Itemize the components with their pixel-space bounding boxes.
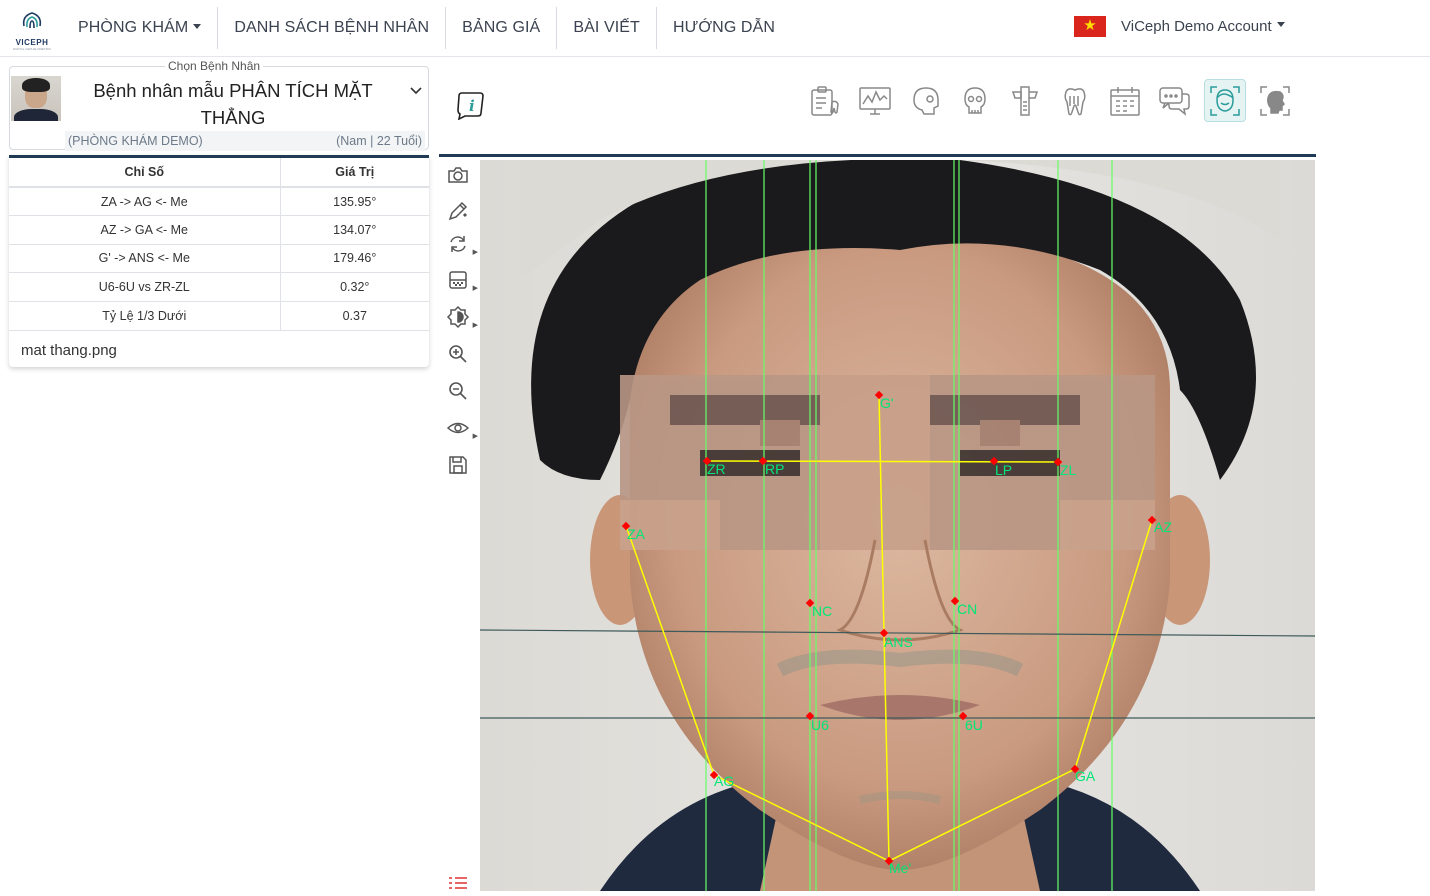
face-profile-icon[interactable]: [1254, 79, 1296, 122]
landmark-labels: G' ZR RP LP ZL ZA AZ NC CN ANS U6 6U AG …: [627, 395, 1172, 876]
skull-front-icon[interactable]: [954, 79, 996, 122]
index-value: 135.95°: [280, 186, 429, 216]
chat-icon[interactable]: [1154, 79, 1196, 122]
landmark-label-cn: CN: [957, 601, 977, 617]
logo-text: VICEPH: [15, 38, 49, 47]
landmark-label-ag: AG: [714, 773, 734, 789]
nav-clinic-label: PHÒNG KHÁM: [78, 19, 189, 36]
landmark-label-zl: ZL: [1060, 462, 1077, 478]
main-menu: PHÒNG KHÁM DANH SÁCH BỆNH NHÂN BẢNG GIÁ …: [62, 7, 791, 49]
landmark-label-u6: U6: [811, 717, 829, 733]
nav-clinic-dropdown[interactable]: PHÒNG KHÁM: [62, 7, 219, 49]
landmark-label-g: G': [880, 395, 894, 411]
account-dropdown[interactable]: ★ ViCeph Demo Account: [1074, 16, 1285, 37]
monitor-chart-icon[interactable]: [854, 79, 896, 122]
index-value: 0.37: [280, 300, 429, 330]
table-row: AZ -> GA <- Me 134.07°: [9, 215, 429, 244]
landmark-label-me: Me': [889, 860, 911, 876]
landmark-label-nc: NC: [812, 603, 832, 619]
skull-profile-icon[interactable]: [904, 79, 946, 122]
patient-name: Bệnh nhân mẫu PHÂN TÍCH MẶT THẲNG: [93, 80, 373, 128]
caliper-icon[interactable]: [1004, 79, 1046, 122]
analysis-toolbar: [804, 79, 1304, 122]
face-scan-icon[interactable]: [1204, 79, 1246, 122]
svg-text:i: i: [469, 97, 475, 115]
nav-pricing[interactable]: BẢNG GIÁ: [446, 7, 558, 49]
index-value: 179.46°: [280, 243, 429, 273]
index-name: Tỷ Lệ 1/3 Dưới: [9, 300, 281, 330]
index-value: 0.32°: [280, 272, 429, 301]
midline-trace: [878, 394, 890, 862]
caret-down-icon: [1276, 22, 1285, 27]
landmark-label-ans: ANS: [884, 634, 913, 650]
nav-articles[interactable]: BÀI VIẾT: [557, 7, 657, 49]
analysis-index-panel: Chỉ Số Giá Trị ZA -> AG <- Me 135.95° AZ …: [9, 155, 429, 367]
analysis-canvas[interactable]: G' ZR RP LP ZL ZA AZ NC CN ANS U6 6U AG …: [439, 154, 1316, 891]
nav-pricing-label: BẢNG GIÁ: [462, 19, 541, 36]
nav-guide-label: HƯỚNG DẪN: [672, 19, 776, 36]
nav-guide[interactable]: HƯỚNG DẪN: [657, 7, 791, 49]
col-header-index: Chỉ Số: [9, 158, 281, 188]
patient-selector-legend: Chọn Bệnh Nhân: [165, 59, 264, 73]
index-table: Chỉ Số Giá Trị ZA -> AG <- Me 135.95° AZ …: [9, 158, 429, 330]
landmark-label-az: AZ: [1154, 519, 1172, 535]
landmark-label-rp: RP: [765, 461, 784, 477]
table-row: ZA -> AG <- Me 135.95°: [9, 186, 429, 216]
nav-articles-label: BÀI VIẾT: [573, 19, 640, 36]
top-navbar: VICEPH DIGITAL CEPHALOMETRIC PHÒNG KHÁM …: [0, 0, 1430, 57]
chevron-down-icon[interactable]: [410, 82, 422, 98]
table-row: U6-6U vs ZR-ZL 0.32°: [9, 272, 429, 301]
info-icon[interactable]: i: [455, 90, 485, 121]
viceph-logo[interactable]: VICEPH DIGITAL CEPHALOMETRIC: [10, 8, 54, 51]
col-header-value: Giá Trị: [280, 158, 429, 188]
tooth-icon[interactable]: [1054, 79, 1096, 122]
landmark-label-lp: LP: [995, 462, 1012, 478]
nav-patient-list-label: DANH SÁCH BỆNH NHÂN: [234, 19, 430, 36]
fingerprint-logo-icon: [22, 12, 42, 29]
patient-avatar: [11, 76, 61, 121]
vietnam-flag-icon: ★: [1074, 16, 1106, 37]
patient-face-photo: G' ZR RP LP ZL ZA AZ NC CN ANS U6 6U AG …: [480, 160, 1315, 891]
table-row: G' -> ANS <- Me 179.46°: [9, 243, 429, 273]
logo-subtext: DIGITAL CEPHALOMETRIC: [12, 47, 51, 51]
clipboard-teeth-icon[interactable]: [804, 79, 846, 122]
caret-down-icon: [193, 23, 202, 29]
patient-clinic: (PHÒNG KHÁM DEMO): [68, 134, 203, 148]
index-name: U6-6U vs ZR-ZL: [9, 272, 281, 301]
index-name: AZ -> GA <- Me: [9, 215, 281, 244]
nav-patient-list[interactable]: DANH SÁCH BỆNH NHÂN: [218, 7, 447, 49]
patient-meta: (PHÒNG KHÁM DEMO) (Nam | 22 Tuổi): [65, 131, 425, 151]
landmark-label-zr: ZR: [707, 461, 726, 477]
index-name: ZA -> AG <- Me: [9, 186, 281, 216]
table-row: Tỷ Lệ 1/3 Dưới 0.37: [9, 300, 429, 330]
patient-gender-age: (Nam | 22 Tuổi): [336, 134, 422, 148]
index-value: 134.07°: [280, 215, 429, 244]
calendar-icon[interactable]: [1104, 79, 1146, 122]
mandible-trace: [625, 519, 1153, 862]
landmark-label-6u: 6U: [965, 717, 983, 733]
landmark-label-za: ZA: [627, 526, 646, 542]
patient-selector[interactable]: Chọn Bệnh Nhân Bệnh nhân mẫu PHÂN TÍCH M…: [9, 59, 429, 151]
account-name: ViCeph Demo Account: [1121, 18, 1272, 35]
table-header-row: Chỉ Số Giá Trị: [9, 158, 429, 188]
image-file-name: mat thang.png: [9, 330, 429, 368]
index-name: G' -> ANS <- Me: [9, 243, 281, 273]
cephalometric-overlay: G' ZR RP LP ZL ZA AZ NC CN ANS U6 6U AG …: [480, 160, 1315, 891]
landmark-label-ga: GA: [1075, 768, 1096, 784]
